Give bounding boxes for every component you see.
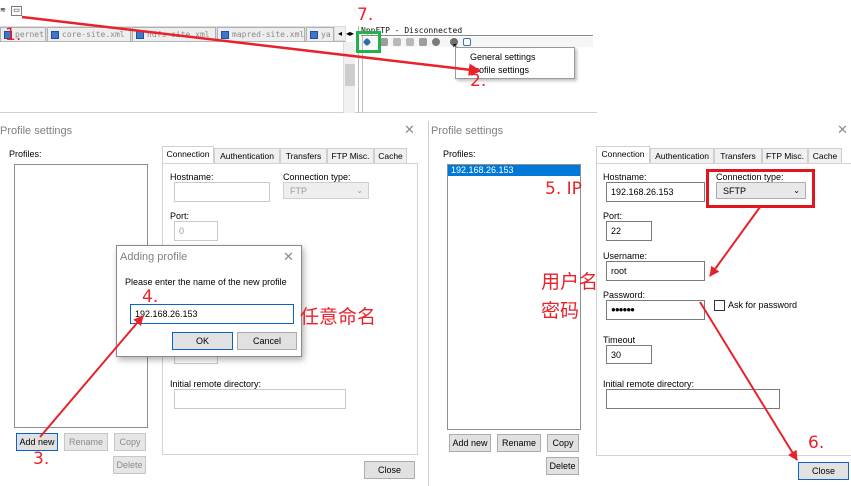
- menu-item-general-settings[interactable]: General settings: [470, 52, 536, 62]
- hostname-label: Hostname:: [170, 172, 214, 182]
- add-new-button[interactable]: Add new: [449, 434, 491, 452]
- hostname-label: Hostname:: [603, 172, 647, 182]
- tab-authentication[interactable]: Authentication: [650, 148, 714, 163]
- settings-tab-strip: Connection Authentication Transfers FTP …: [162, 146, 418, 164]
- password-label: Password:: [603, 290, 646, 300]
- file-tab[interactable]: ya: [306, 27, 334, 41]
- ask-for-password-label: Ask for password: [728, 300, 798, 310]
- editor-scrollbar[interactable]: [343, 42, 355, 113]
- connection-type-select[interactable]: FTP ⌄: [283, 182, 369, 199]
- profiles-label: Profiles:: [443, 149, 476, 159]
- rename-button[interactable]: Rename: [64, 433, 108, 451]
- tab-cache[interactable]: Cache: [808, 148, 842, 163]
- green-highlight-box: [356, 31, 381, 53]
- initial-remote-directory-field[interactable]: [606, 389, 780, 409]
- connection-type-label: Connection type:: [283, 172, 351, 182]
- dialog-title: Profile settings: [431, 125, 504, 137]
- password-field[interactable]: ●●●●●●: [606, 300, 705, 320]
- step-3-label: 3.: [33, 449, 50, 469]
- close-button[interactable]: Close: [364, 461, 415, 479]
- close-button[interactable]: Close: [798, 462, 849, 480]
- username-note: 用户名: [541, 271, 599, 293]
- tab-ftp-misc[interactable]: FTP Misc.: [327, 148, 374, 163]
- password-note: 密码: [541, 300, 580, 322]
- close-icon[interactable]: ✕: [283, 249, 294, 265]
- hostname-field[interactable]: [174, 182, 270, 202]
- cancel-button[interactable]: Cancel: [237, 332, 297, 350]
- close-icon[interactable]: ✕: [837, 122, 848, 138]
- toolbar-mode-icon[interactable]: ≋: [0, 6, 11, 16]
- timeout-label: Timeout: [603, 335, 636, 345]
- any-name-note: 任意命名: [300, 306, 377, 328]
- tab-connection[interactable]: Connection: [162, 146, 214, 163]
- profiles-label: Profiles:: [9, 149, 42, 159]
- pane-arrows-icon[interactable]: ◂▸: [346, 29, 356, 39]
- dialog-title: Adding profile: [120, 251, 188, 263]
- step-4-label: 4.: [142, 287, 159, 307]
- red-highlight-box: [706, 169, 815, 208]
- port-label: Port:: [603, 211, 623, 221]
- file-icon: [221, 31, 229, 39]
- folder-icon[interactable]: ▭: [11, 6, 22, 16]
- delete-button[interactable]: Delete: [113, 456, 146, 474]
- username-field[interactable]: root: [606, 261, 705, 281]
- nppftp-title: NppFTP - Disconnected: [361, 26, 593, 36]
- initial-remote-directory-label: Initial remote directory:: [170, 379, 262, 389]
- tab-authentication[interactable]: Authentication: [214, 148, 280, 163]
- step-1-label: 1.: [5, 25, 22, 45]
- copy-button[interactable]: Copy: [114, 433, 146, 451]
- tab-transfers[interactable]: Transfers: [280, 148, 327, 163]
- ask-for-password-checkbox[interactable]: [714, 300, 725, 311]
- port-field[interactable]: 0: [174, 221, 218, 241]
- tab-transfers[interactable]: Transfers: [714, 148, 762, 163]
- close-icon[interactable]: ✕: [404, 122, 415, 138]
- new-profile-prompt: Please enter the name of the new profile: [125, 277, 287, 287]
- file-tab[interactable]: mapred-site.xml: [217, 27, 305, 41]
- scrollbar-thumb[interactable]: [345, 64, 355, 86]
- rename-button[interactable]: Rename: [497, 434, 541, 452]
- file-icon: [136, 31, 144, 39]
- step-5-label: 5. IP: [545, 179, 582, 199]
- dialog-title: Profile settings: [0, 125, 73, 137]
- initial-remote-directory-label: Initial remote directory:: [603, 379, 695, 389]
- port-field[interactable]: 22: [606, 221, 652, 241]
- file-tab[interactable]: core-site.xml: [47, 27, 131, 41]
- connection-type-value: FTP: [290, 186, 307, 196]
- file-tab[interactable]: hdfs-site.xml: [132, 27, 216, 41]
- list-item[interactable]: 192.168.26.153: [448, 165, 580, 176]
- delete-button[interactable]: Delete: [546, 457, 579, 475]
- chevron-down-icon: ⌄: [356, 186, 363, 195]
- username-label: Username:: [603, 251, 648, 261]
- step-6-label: 6.: [808, 433, 825, 453]
- tab-cache[interactable]: Cache: [374, 148, 407, 163]
- port-label: Port:: [170, 211, 190, 221]
- profile-name-input[interactable]: 192.168.26.153: [130, 304, 294, 324]
- hostname-field[interactable]: 192.168.26.153: [606, 182, 705, 202]
- copy-button[interactable]: Copy: [547, 434, 579, 452]
- timeout-field[interactable]: 30: [606, 345, 652, 364]
- step-7-label: 7.: [357, 5, 374, 25]
- initial-remote-directory-field[interactable]: [174, 389, 346, 409]
- tab-connection[interactable]: Connection: [596, 146, 650, 163]
- settings-tab-strip: Connection Authentication Transfers FTP …: [596, 146, 851, 164]
- file-icon: [310, 31, 318, 39]
- tab-scroll-left-icon[interactable]: ◂: [335, 27, 345, 40]
- tab-ftp-misc[interactable]: FTP Misc.: [762, 148, 808, 163]
- step-2-label: 2.: [470, 71, 487, 91]
- file-icon: [51, 31, 59, 39]
- ok-button[interactable]: OK: [172, 332, 233, 350]
